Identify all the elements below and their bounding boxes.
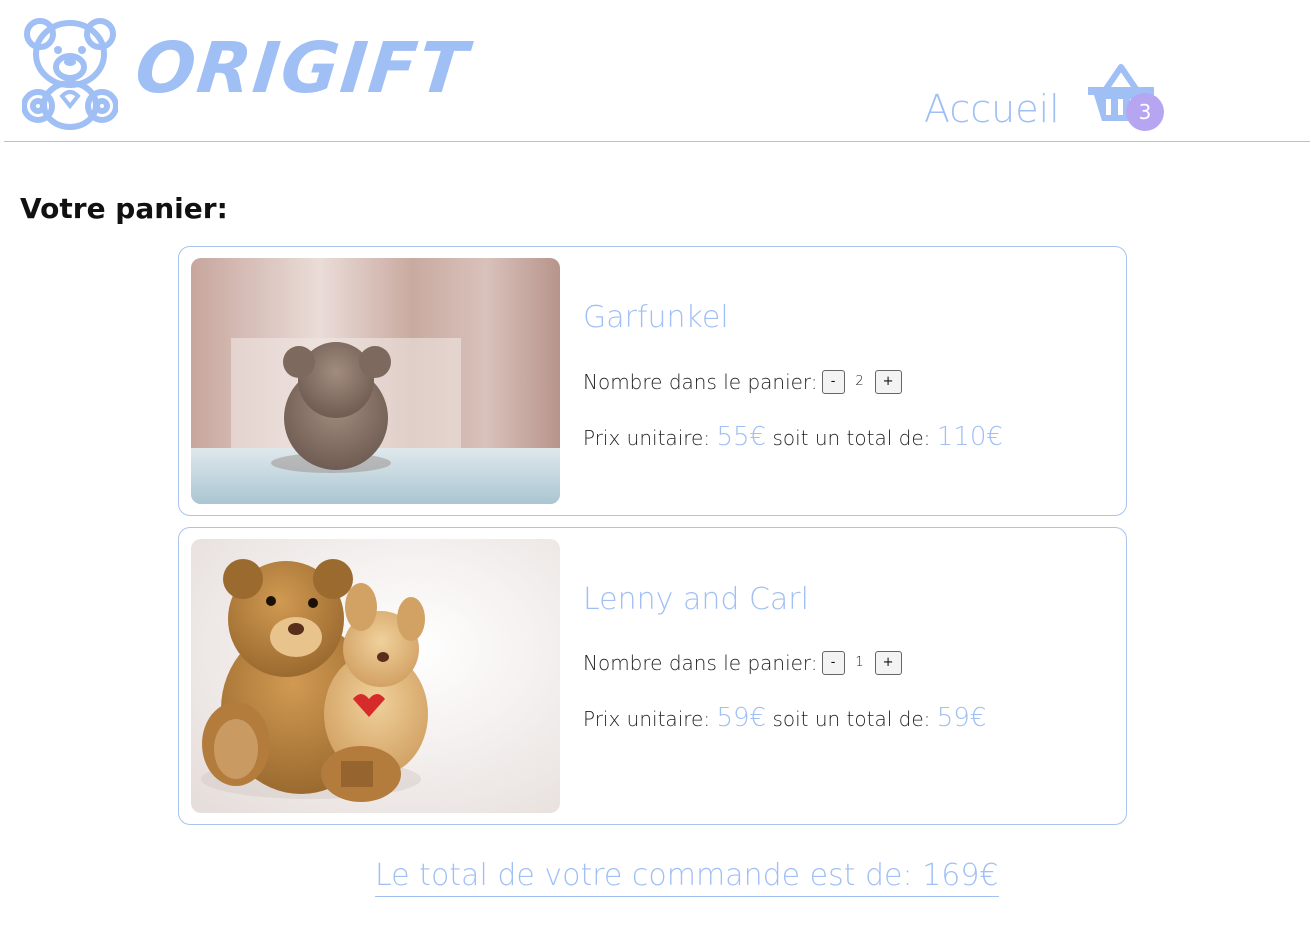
decrease-quantity-button[interactable]: - <box>821 651 845 675</box>
quantity-value: 2 <box>855 374 864 389</box>
product-image <box>191 258 560 504</box>
header-divider <box>4 141 1310 142</box>
line-total-label: soit un total de: <box>772 707 931 731</box>
line-total-price: 110€ <box>936 422 1003 452</box>
unit-price: 59€ <box>716 703 767 733</box>
cart-button[interactable]: 3 <box>1086 63 1168 141</box>
brand-name[interactable]: ORIGIFT <box>132 27 473 109</box>
price-row: Prix unitaire: 59€ soit un total de: 59€ <box>583 702 986 735</box>
price-row: Prix unitaire: 55€ soit un total de: 110… <box>583 421 1003 454</box>
cart-item-card: Garfunkel Nombre dans le panier: - 2 + P… <box>178 246 1127 516</box>
line-total-price: 59€ <box>936 703 987 733</box>
site-header: ORIGIFT Accueil 3 <box>0 0 1311 143</box>
cart-count-badge: 3 <box>1126 93 1164 131</box>
product-image <box>191 539 560 813</box>
quantity-row: Nombre dans le panier: - 2 + <box>583 368 902 396</box>
product-name: Lenny and Carl <box>583 582 809 617</box>
decrease-quantity-button[interactable]: - <box>821 370 845 394</box>
unit-price: 55€ <box>716 422 767 452</box>
increase-quantity-button[interactable]: + <box>874 370 902 394</box>
unit-price-label: Prix unitaire: <box>583 426 711 450</box>
quantity-value: 1 <box>855 655 864 670</box>
unit-price-label: Prix unitaire: <box>583 707 711 731</box>
line-total-label: soit un total de: <box>772 426 931 450</box>
quantity-label: Nombre dans le panier: <box>583 651 818 675</box>
increase-quantity-button[interactable]: + <box>874 651 902 675</box>
cart-item-card: Lenny and Carl Nombre dans le panier: - … <box>178 527 1127 825</box>
cart-title: Votre panier: <box>20 192 228 225</box>
order-total: Le total de votre commande est de: 169€ <box>375 857 999 897</box>
teddy-bear-icon[interactable] <box>22 16 118 130</box>
quantity-label: Nombre dans le panier: <box>583 370 818 394</box>
nav-home-link[interactable]: Accueil <box>924 86 1060 132</box>
product-name: Garfunkel <box>583 300 729 335</box>
quantity-row: Nombre dans le panier: - 1 + <box>583 649 902 677</box>
